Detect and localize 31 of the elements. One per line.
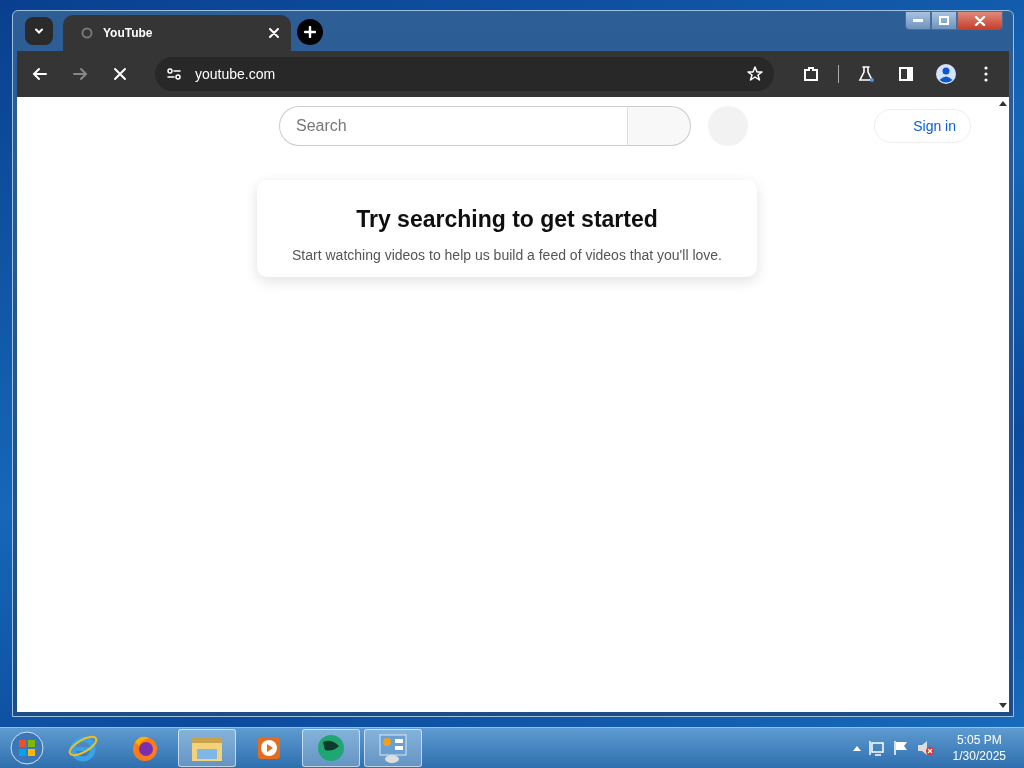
scroll-up-icon xyxy=(999,101,1007,106)
sign-in-button[interactable]: Sign in xyxy=(874,109,971,143)
scroll-down-icon xyxy=(999,703,1007,708)
network-icon[interactable] xyxy=(868,740,885,756)
muted-speaker-icon[interactable] xyxy=(916,740,935,756)
control-panel-icon xyxy=(377,732,409,764)
browser-tab[interactable]: YouTube xyxy=(63,15,291,51)
tab-title: YouTube xyxy=(103,26,154,40)
minimize-icon xyxy=(913,18,923,23)
show-hidden-icons-icon[interactable] xyxy=(852,745,861,751)
taskbar-button[interactable] xyxy=(302,729,360,767)
clock[interactable]: 5:05 PM 1/30/2025 xyxy=(952,733,1006,763)
address-bar[interactable]: youtube.com xyxy=(155,57,774,91)
profile-icon[interactable] xyxy=(933,61,959,87)
maximize-icon xyxy=(939,16,949,25)
card-title: Try searching to get started xyxy=(356,206,658,233)
close-button[interactable] xyxy=(957,11,1003,30)
minimize-button[interactable] xyxy=(905,11,931,30)
close-icon xyxy=(974,15,986,26)
globe-icon xyxy=(315,732,347,764)
close-tab-icon[interactable] xyxy=(267,26,281,40)
maximize-button[interactable] xyxy=(931,11,957,30)
card-text: Start watching videos to help us build a feed of videos that you'll love. xyxy=(292,247,722,263)
tab-search-button[interactable] xyxy=(25,17,53,45)
url-text: youtube.com xyxy=(195,66,277,82)
search-field[interactable]: Search xyxy=(279,106,627,146)
flag-icon[interactable] xyxy=(892,740,909,756)
play-icon xyxy=(256,735,282,761)
plus-icon xyxy=(304,26,316,38)
loading-spinner-icon xyxy=(81,27,93,39)
new-tab-button[interactable] xyxy=(297,19,323,45)
